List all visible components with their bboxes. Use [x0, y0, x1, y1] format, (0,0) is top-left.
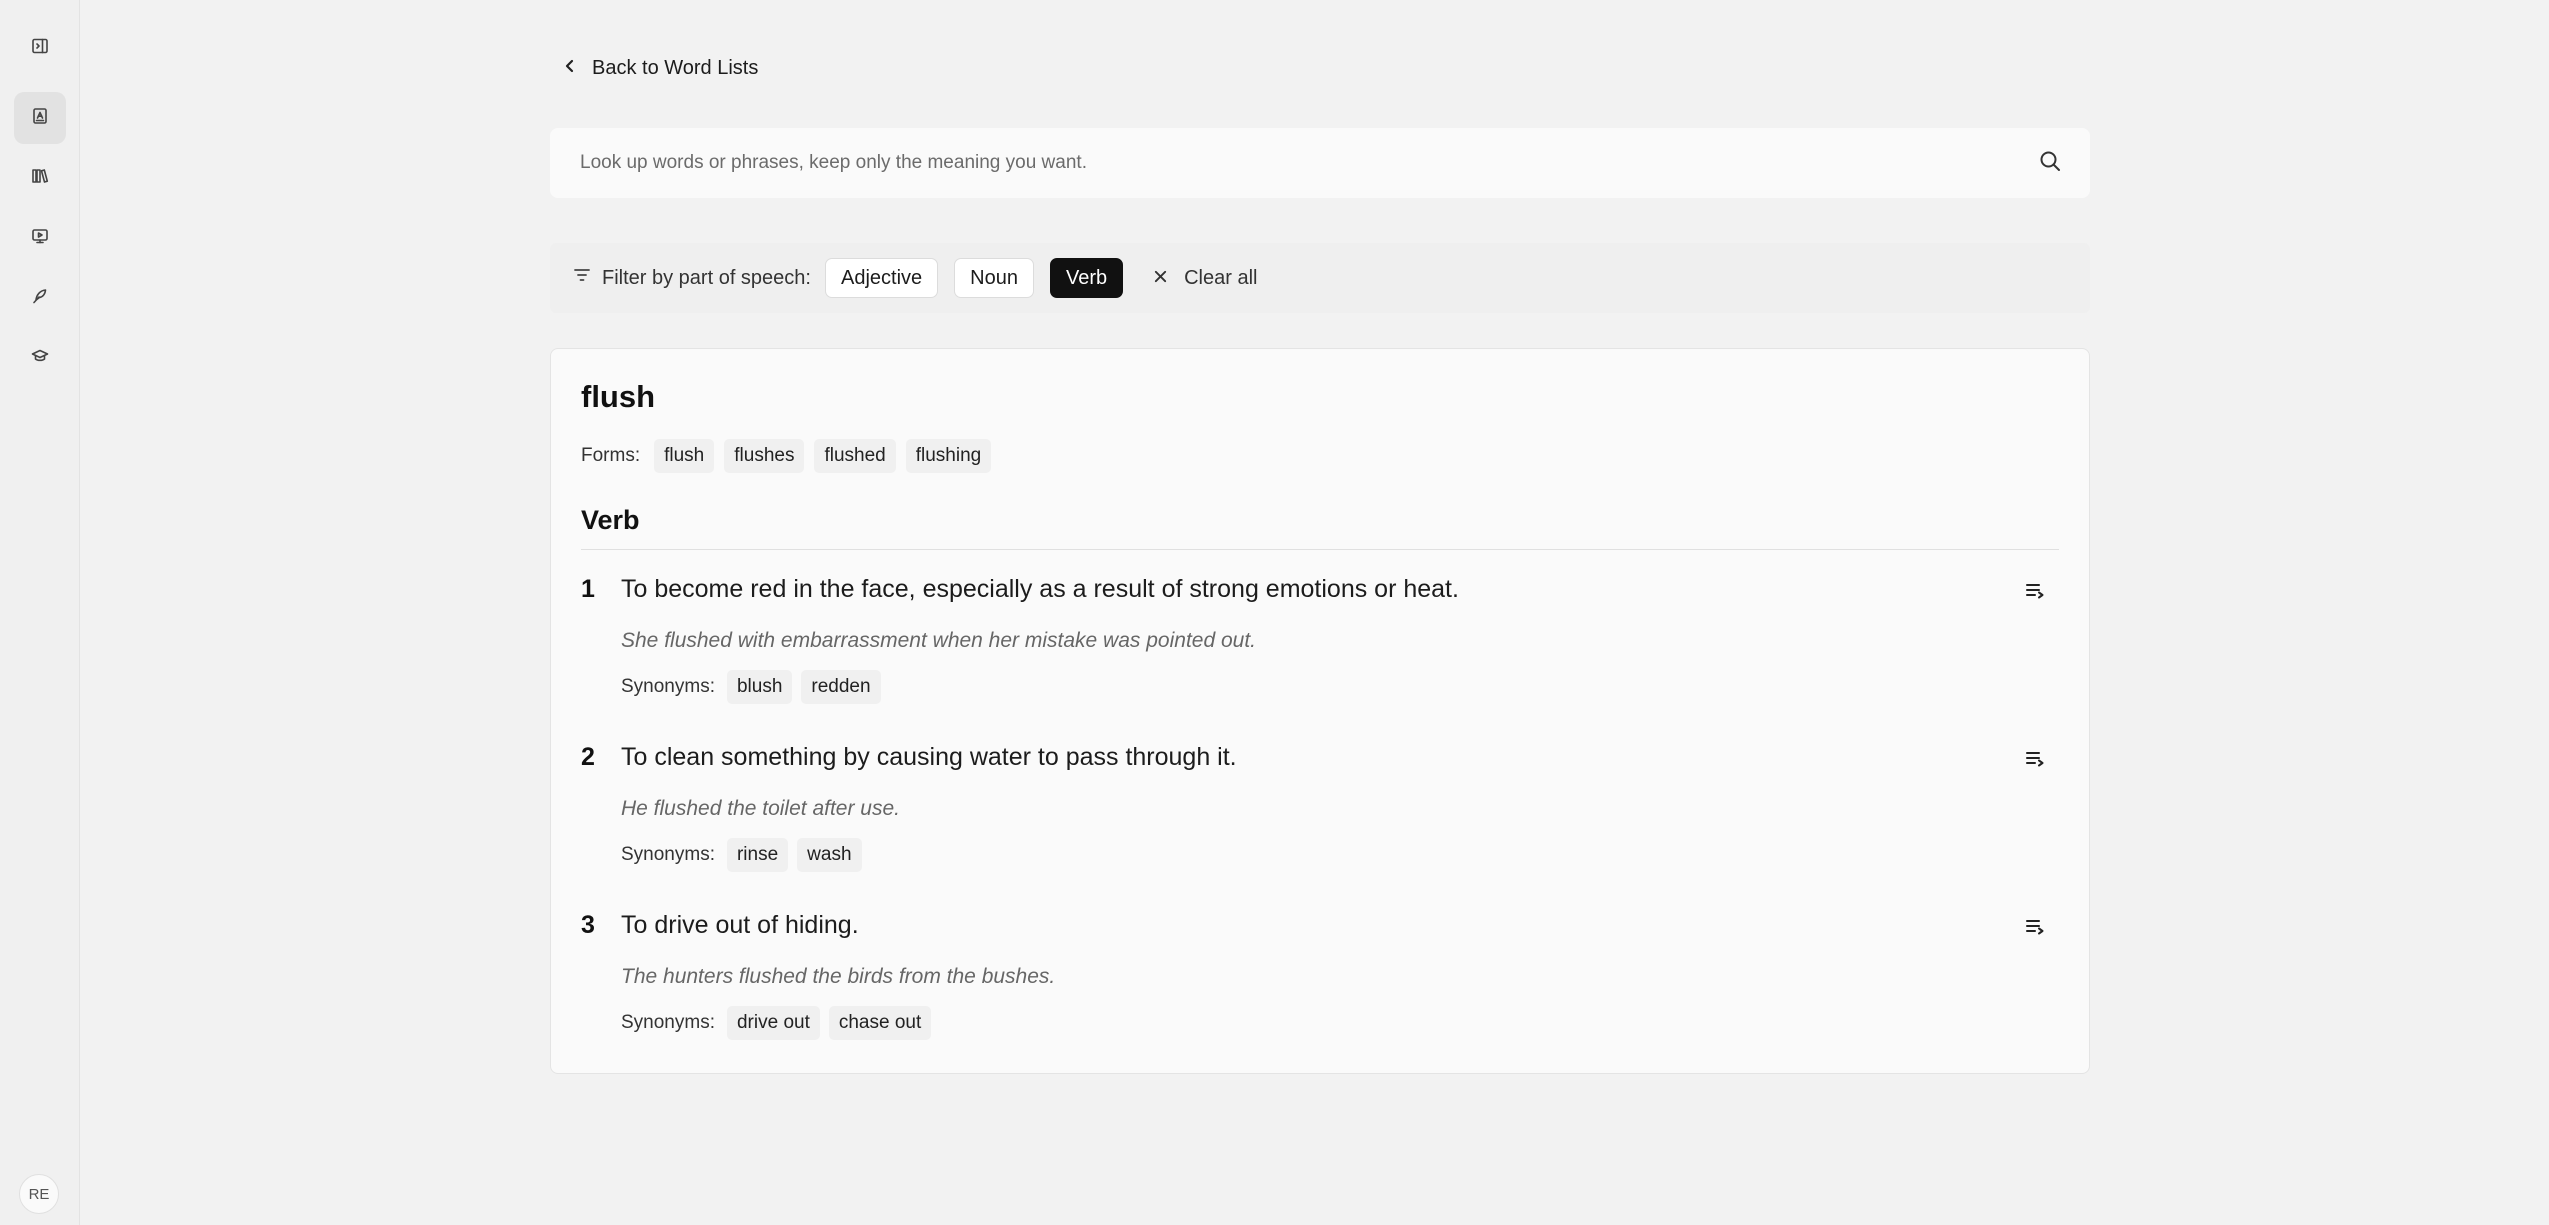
sense-item: 1 To become red in the face, especially … [581, 575, 2059, 725]
synonym-tag: redden [801, 670, 881, 704]
part-of-speech-heading: Verb [581, 505, 640, 535]
word-forms: Forms: flush flushes flushed flushing [581, 439, 992, 473]
playlist-add-icon [2024, 748, 2046, 775]
sense-synonyms: Synonyms: blush redden [621, 670, 881, 704]
synonym-tag: drive out [726, 1006, 820, 1040]
synonyms-label: Synonyms: [621, 676, 715, 697]
sense-item: 2 To clean something by causing water to… [581, 743, 2059, 893]
graduation-cap-icon [30, 346, 50, 371]
clear-all-button[interactable]: Clear all [1153, 267, 1257, 290]
part-of-speech-filter: Filter by part of speech: Adjective Noun… [550, 243, 2090, 313]
sidebar-item-videos[interactable] [14, 212, 66, 264]
sense-synonyms: Synonyms: drive out chase out [621, 1006, 932, 1040]
synonyms-label: Synonyms: [621, 1012, 715, 1033]
synonym-tag: blush [726, 670, 793, 704]
sense-number: 1 [581, 575, 595, 603]
playlist-add-icon [2024, 916, 2046, 943]
sidebar-item-library[interactable] [14, 152, 66, 204]
quill-icon [30, 286, 50, 311]
playlist-add-icon [2024, 580, 2046, 607]
filter-lines-icon [572, 265, 592, 291]
form-tag: flush [654, 439, 715, 473]
filter-chip-noun[interactable]: Noun [954, 258, 1034, 298]
synonym-tag: wash [797, 838, 862, 872]
search-input[interactable] [580, 152, 2038, 174]
sense-definition: To clean something by causing water to p… [621, 743, 1237, 771]
sense-number: 3 [581, 911, 595, 939]
sense-item: 3 To drive out of hiding. The hunters fl… [581, 911, 2059, 1061]
sidebar-item-writing[interactable] [14, 272, 66, 324]
synonym-tag: rinse [726, 838, 789, 872]
add-to-list-button[interactable] [2021, 747, 2049, 775]
sidebar-item-learning[interactable] [14, 332, 66, 384]
form-tag: flushed [814, 439, 896, 473]
search-bar [550, 128, 2090, 198]
sidebar: RE [0, 0, 80, 1225]
search-icon[interactable] [2038, 149, 2062, 178]
chevron-left-icon [562, 57, 578, 80]
sidebar-item-word-lists[interactable] [14, 92, 66, 144]
clear-all-label: Clear all [1184, 266, 1258, 289]
sense-synonyms: Synonyms: rinse wash [621, 838, 862, 872]
filter-chip-adjective[interactable]: Adjective [824, 258, 939, 298]
sidebar-toggle-button[interactable] [14, 22, 66, 74]
forms-label: Forms: [581, 445, 641, 466]
sense-definition: To become red in the face, especially as… [621, 575, 1459, 603]
sidebar-toggle-icon [30, 36, 50, 61]
sense-example: He flushed the toilet after use. [621, 797, 900, 820]
word-book-icon [30, 106, 50, 131]
sense-example: She flushed with embarrassment when her … [621, 629, 1256, 652]
headword: flush [581, 379, 656, 414]
avatar[interactable]: RE [19, 1174, 59, 1214]
sense-number: 2 [581, 743, 595, 771]
synonym-tag: chase out [828, 1006, 932, 1040]
filter-chip-verb[interactable]: Verb [1049, 258, 1124, 298]
sense-definition: To drive out of hiding. [621, 911, 859, 939]
form-tag: flushing [905, 439, 992, 473]
section-divider [581, 549, 2059, 550]
close-icon [1153, 267, 1168, 290]
filter-label-text: Filter by part of speech: [602, 266, 811, 289]
back-to-word-lists-link[interactable]: Back to Word Lists [562, 52, 758, 84]
library-icon [30, 166, 50, 191]
add-to-list-button[interactable] [2021, 915, 2049, 943]
form-tag: flushes [724, 439, 805, 473]
add-to-list-button[interactable] [2021, 579, 2049, 607]
back-link-label: Back to Word Lists [592, 56, 759, 79]
synonyms-label: Synonyms: [621, 844, 715, 865]
filter-label: Filter by part of speech: [572, 265, 811, 291]
sense-example: The hunters flushed the birds from the b… [621, 965, 1056, 988]
word-entry-card: flush Forms: flush flushes flushed flush… [550, 348, 2090, 1074]
video-presentation-icon [30, 226, 50, 251]
